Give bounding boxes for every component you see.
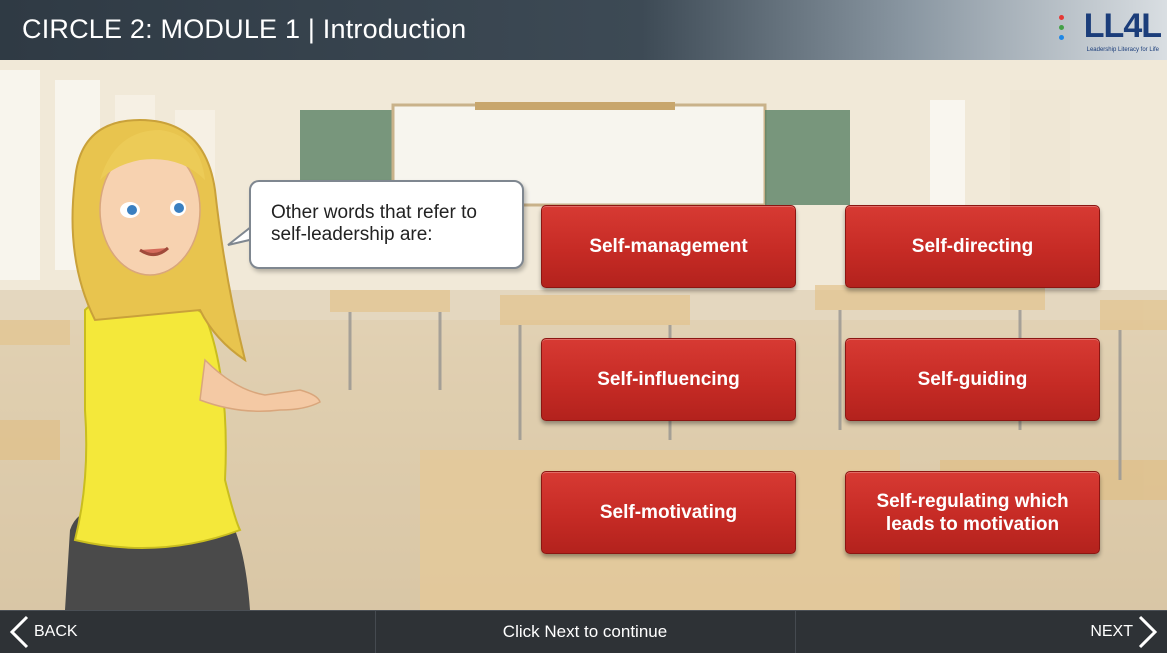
logo-dot-green: [1059, 25, 1064, 30]
footer-divider-right: [795, 611, 796, 653]
logo-tagline: Leadership Literacy for Life: [1086, 47, 1159, 53]
self-regulating-button[interactable]: Self-regulating which leads to motivatio…: [845, 471, 1100, 554]
back-label: BACK: [34, 623, 78, 640]
back-button[interactable]: BACK: [8, 613, 78, 651]
speech-bubble: Other words that refer to self-leadershi…: [249, 180, 524, 269]
footer-nav-bar: BACK Click Next to continue NEXT: [0, 610, 1167, 653]
self-motivating-button[interactable]: Self-motivating: [541, 471, 796, 554]
page-title: CIRCLE 2: MODULE 1 | Introduction: [22, 14, 467, 44]
self-guiding-button[interactable]: Self-guiding: [845, 338, 1100, 421]
next-label: NEXT: [1090, 623, 1133, 640]
logo-text: LL4L: [1083, 7, 1162, 45]
self-directing-button[interactable]: Self-directing: [845, 205, 1100, 288]
logo-dot-blue: [1059, 35, 1064, 40]
header-bar: CIRCLE 2: MODULE 1 | Introduction LL4L L…: [0, 0, 1167, 60]
ll4l-logo: LL4L Leadership Literacy for Life: [1053, 7, 1162, 55]
footer-instruction: Click Next to continue: [502, 622, 668, 641]
next-button[interactable]: NEXT: [1090, 613, 1159, 651]
speech-bubble-text: Other words that refer to self-leadershi…: [271, 202, 477, 245]
classroom-scene: Other words that refer to self-leadershi…: [0, 60, 1167, 610]
self-management-button[interactable]: Self-management: [541, 205, 796, 288]
chevron-left-icon: [9, 615, 29, 649]
logo-dot-red: [1059, 15, 1064, 20]
chevron-right-icon: [1138, 615, 1158, 649]
self-influencing-button[interactable]: Self-influencing: [541, 338, 796, 421]
